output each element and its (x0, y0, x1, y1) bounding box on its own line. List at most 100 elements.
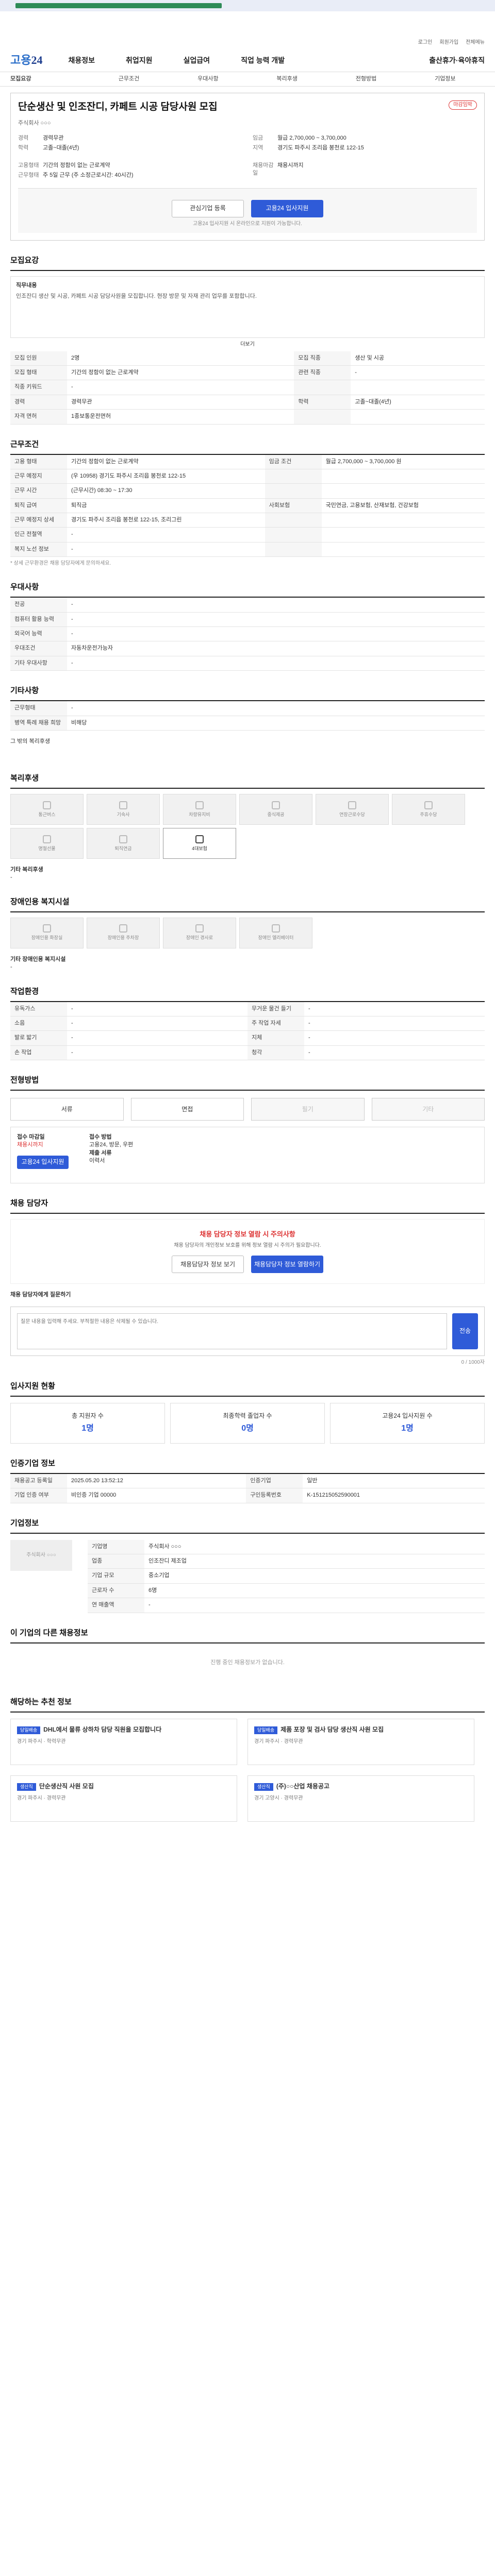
welfare-item: 기숙사 (87, 793, 160, 825)
info-cell: 기업 인증 여부 (10, 1488, 67, 1503)
tab-selection[interactable]: 전형방법 (326, 75, 405, 83)
welfare-item: 통근버스 (10, 793, 84, 825)
recruit-cell: 직종 키워드 (10, 380, 67, 395)
stats-section: 입사지원 현황 총 지원자 수 1명 최종학력 졸업자 수 0명 고용24 입사지원 수… (10, 1381, 485, 1444)
recommend-card[interactable]: 생산직 단순생산직 사원 모집 경기 파주시 · 경력무관 (10, 1775, 237, 1822)
cond-cell: 임금 조건 (265, 454, 322, 469)
disability-other-label: 기타 장애인용 복지시설 (10, 956, 66, 962)
tab-conditions[interactable]: 근무조건 (89, 75, 168, 83)
all-menu-link[interactable]: 전체메뉴 (466, 39, 485, 46)
favorite-company-button[interactable]: 관심기업 등록 (172, 199, 244, 217)
welfare-item: 4대보험 (163, 827, 236, 859)
selection-heading: 전형방법 (10, 1075, 485, 1091)
disability-heading: 장애인용 복지시설 (10, 896, 485, 912)
tab-welfare[interactable]: 복리후생 (248, 75, 326, 83)
env-cell: 발로 밟기 (10, 1030, 67, 1046)
disability-icons: 장애인용 화장실 장애인용 주차장 장애인 경사로 장애인 엘리베이터 (10, 917, 485, 948)
pref-cell: - (67, 626, 485, 642)
view-contact-button[interactable]: 채용담당자 정보 보기 (172, 1256, 244, 1274)
tab-preference[interactable]: 우대사항 (169, 75, 248, 83)
stat-value: 0명 (241, 1424, 254, 1433)
selection-other: 기타 (371, 1098, 485, 1121)
apply-note: 고용24 입사지원 시 온라인으로 지원이 가능합니다. (193, 221, 302, 227)
welfare-item: 장애인 경사로 (163, 917, 236, 948)
global-nav: 고용24 채용정보 취업지원 실업급여 직업 능력 개발 출산휴가·육아휴직 (0, 49, 495, 72)
cond-cell (265, 469, 322, 484)
welfare-heading: 복리후생 (10, 773, 485, 789)
recruit-cell: 학력 (294, 395, 351, 410)
gnb-benefit[interactable]: 실업급여 (184, 56, 210, 66)
question-input[interactable] (17, 1313, 447, 1349)
method-label: 접수 방법 (89, 1134, 112, 1141)
company-logo: 주식회사 ○○○ (10, 1539, 72, 1571)
welfare-icons: 통근버스 기숙사 차량유지비 중식제공 연장근로수당 주휴수당 명절선물 퇴직연금 4대보험 (10, 793, 485, 859)
stat-value: 1명 (81, 1424, 94, 1433)
send-button[interactable]: 전송 (452, 1313, 478, 1349)
table-row: 컴퓨터 활용 능력 - (10, 612, 485, 628)
table-row: 전공 - (10, 598, 485, 613)
more-button[interactable]: 더보기 (10, 341, 485, 348)
info-heading: 인증기업 정보 (10, 1458, 485, 1474)
corp-cell: 근로자 수 (88, 1583, 144, 1599)
benefit-label: 장애인용 주차장 (107, 935, 139, 941)
apply-button-2[interactable]: 고용24 입사지원 (17, 1155, 69, 1169)
cond-cell: 근무 예정지 상세 (10, 513, 67, 528)
benefit-label: 장애인용 화장실 (31, 935, 63, 941)
card-tag: 생산직 (254, 1783, 273, 1791)
welfare-item: 장애인 엘리베이터 (239, 917, 312, 948)
info-cell: 인증기업 (246, 1473, 303, 1489)
table-row: 자격 면허 1종보통운전면허 (10, 409, 485, 425)
recruit-cell: - (67, 380, 294, 395)
gnb-training[interactable]: 직업 능력 개발 (241, 56, 285, 66)
pref-cell: 전공 (10, 598, 67, 613)
recommend-card[interactable]: 당일배송 제품 포장 및 검사 담당 생산직 사원 모집 경기 파주시 · 경력무관 (248, 1718, 474, 1765)
card-meta: 경기 파주시 · 경력무관 (254, 1738, 303, 1744)
recruit-cell (294, 380, 351, 395)
gnb-jobs[interactable]: 채용정보 (68, 56, 95, 66)
question-label: 채용 담당자에게 질문하기 (10, 1292, 71, 1298)
recommend-heading: 해당하는 추천 정보 (10, 1697, 485, 1713)
benefit-icon (195, 835, 204, 843)
gnb-leave[interactable]: 출산휴가·육아휴직 (429, 56, 485, 66)
table-row: 모집 인원 2명 모집 직종 생산 및 시공 (10, 351, 485, 366)
worktype-value: 주 5일 근무 (주 소정근로시간: 40시간) (43, 172, 134, 179)
recruit-cell: 모집 형태 (10, 365, 67, 381)
tab-company[interactable]: 기업정보 (406, 75, 485, 83)
contact-heading: 채용 담당자 (10, 1198, 485, 1214)
welfare-item: 주휴수당 (392, 793, 465, 825)
gnb-support[interactable]: 취업지원 (126, 56, 153, 66)
selection-interview: 면접 (130, 1098, 244, 1121)
welfare-other-value: - (10, 874, 12, 881)
top-notice (0, 0, 495, 11)
welfare-other-label: 기타 복리후생 (10, 866, 43, 873)
site-logo[interactable]: 고용24 (10, 53, 42, 69)
signup-link[interactable]: 회원가입 (439, 39, 458, 46)
warning-title: 채용 담당자 정보 열람 시 주의사항 (200, 1230, 295, 1239)
table-row: 근무 예정지 (우 10958) 경기도 파주시 조리읍 봉천로 122-15 (10, 469, 485, 484)
contact-section: 채용 담당자 채용 담당자 정보 열람 시 주의사항 채용 담당자의 개인정보 … (10, 1198, 485, 1366)
disability-section: 장애인용 복지시설 장애인용 화장실 장애인용 주차장 장애인 경사로 장애인 엘리베… (10, 896, 485, 972)
card-meta: 경기 고양시 · 경력무관 (254, 1795, 303, 1801)
pref-cell: - (67, 656, 485, 671)
card-title: 단순생산직 사원 모집 (39, 1782, 94, 1790)
welfare-item: 장애인용 화장실 (10, 917, 84, 948)
open-contact-button[interactable]: 채용담당자 정보 열람하기 (251, 1256, 323, 1274)
table-row: 기타 우대사항 - (10, 656, 485, 671)
table-row: 경력 경력무관 학력 고졸~대졸(4년) (10, 395, 485, 410)
conditions-section: 근무조건 고용 형태 기간의 정함이 없는 근로계약 임금 조건 월급 2,700,0… (10, 439, 485, 568)
apply-button[interactable]: 고용24 입사지원 (251, 199, 323, 217)
region-label: 지역 (253, 145, 263, 151)
recommend-card[interactable]: 당일배송 DHL에서 물류 상하차 담당 직원을 모집합니다 경기 파주시 · 학력… (10, 1718, 237, 1765)
region-value: 경기도 파주시 조리읍 봉천로 122-15 (277, 145, 364, 151)
recommend-card[interactable]: 생산직 (주)○○산업 채용공고 경기 고양시 · 경력무관 (248, 1775, 474, 1822)
login-link[interactable]: 로그인 (418, 39, 433, 46)
pref-cell: 우대조건 (10, 641, 67, 656)
env-cell: - (67, 1002, 248, 1016)
card-meta: 경기 파주시 · 경력무관 (17, 1795, 66, 1801)
tab-recruit[interactable]: 모집요강 (10, 75, 89, 83)
recruit-cell: 경력 (10, 395, 67, 410)
corp-cell: 연 매출액 (88, 1598, 144, 1613)
benefit-icon (195, 801, 204, 809)
env-cell: 지체 (248, 1030, 304, 1046)
recruit-cell: 생산 및 시공 (351, 351, 485, 366)
